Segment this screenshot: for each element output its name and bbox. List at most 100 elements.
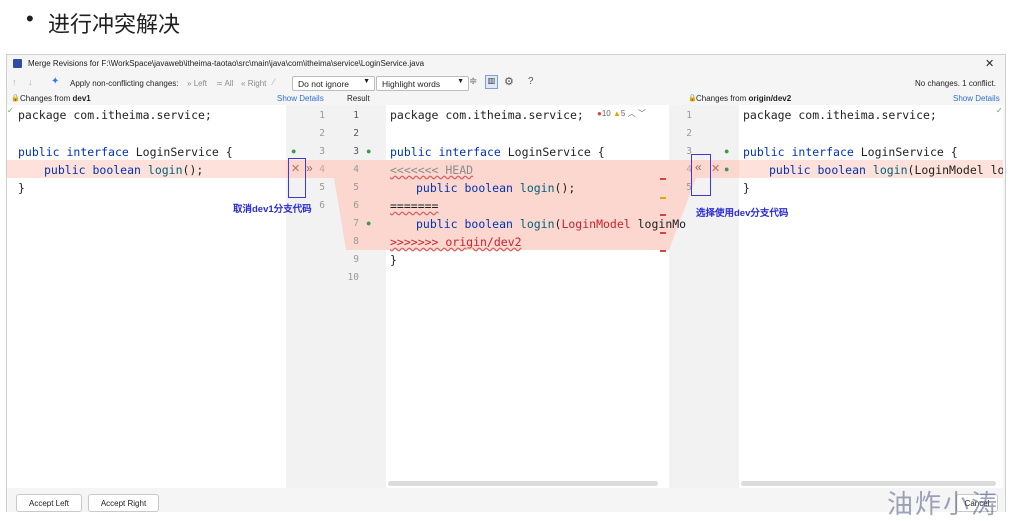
result-horizontal-scrollbar[interactable] <box>388 481 658 486</box>
result-pane-header: Result <box>347 94 370 103</box>
wand-icon[interactable]: ⁄ <box>273 77 275 87</box>
app-icon <box>13 59 22 68</box>
apply-left-label: Left <box>193 79 208 88</box>
class-name: LoginService { <box>507 145 605 159</box>
right-code-line-1: package com.itheima.service; <box>743 108 937 122</box>
warning-stripe-mark <box>660 197 666 199</box>
right-annotation: 选择使用dev分支代码 <box>696 208 789 219</box>
sync-scroll-icon[interactable]: ▥ <box>485 75 498 89</box>
implementation-marker-icon: ● <box>366 218 372 228</box>
slide-bullet: • <box>26 6 34 31</box>
result-line-number: 9 <box>353 254 359 265</box>
method-name: login <box>147 163 183 177</box>
apply-left-button[interactable]: » Left <box>187 79 207 88</box>
apply-all-button[interactable]: ≍ All <box>216 79 233 88</box>
highlight-dropdown[interactable]: Highlight words ▼ <box>376 76 469 91</box>
accept-left-button[interactable]: Accept Left <box>16 494 82 512</box>
left-pane-header: Changes from dev1 <box>20 94 91 103</box>
chevron-down-icon[interactable]: ﹀ <box>638 109 646 118</box>
left-annotation: 取消dev1分支代码 <box>233 204 312 215</box>
double-chevron-right-icon: » <box>187 79 192 88</box>
left-code-line-3: public interface LoginService { <box>18 145 233 159</box>
discard-x-icon[interactable]: ✕ <box>291 162 300 175</box>
keyword: boolean <box>817 163 866 177</box>
check-icon: ✓ <box>996 106 1003 115</box>
result-code-line-1: package com.itheima.service; <box>390 108 584 122</box>
left-show-details-link[interactable]: Show Details <box>277 94 324 103</box>
left-line-number: 3 <box>319 146 325 157</box>
keyword: interface <box>791 145 854 159</box>
result-code-line-3: public interface LoginService { <box>390 145 605 159</box>
inspection-widget[interactable]: ●10 ▲5 ︿ ﹀ <box>597 108 646 119</box>
result-line-number: 1 <box>353 110 359 121</box>
warning-icon: ▲ <box>612 109 621 118</box>
apply-right-label: Right <box>247 79 267 88</box>
split-arrows-icon: ≍ <box>216 79 223 88</box>
toolbar: ↑ ↓ ✦ Apply non-conflicting changes: » L… <box>7 73 1003 93</box>
right-line-number: 2 <box>686 128 692 139</box>
lock-icon: 🔒 <box>11 95 20 102</box>
right-show-details-link[interactable]: Show Details <box>953 94 1000 103</box>
left-code-line-1: package com.itheima.service; <box>18 108 212 122</box>
keyword: boolean <box>464 217 513 231</box>
keyword: boolean <box>464 181 513 195</box>
close-icon[interactable]: ✕ <box>985 57 994 70</box>
right-header-branch: origin/dev2 <box>748 94 792 103</box>
result-line-number: 10 <box>347 272 359 283</box>
settings-gear-icon[interactable]: ⚙ <box>504 75 514 88</box>
arrow-up-icon[interactable]: ↑ <box>12 77 17 87</box>
collapse-unchanged-icon[interactable]: ≑ <box>469 76 477 87</box>
window-title: Merge Revisions for F:\WorkSpace\javaweb… <box>28 59 425 68</box>
keyword: interface <box>438 145 501 159</box>
magic-resolve-icon[interactable]: ✦ <box>51 76 59 87</box>
accept-left-arrow-icon[interactable]: » <box>306 161 313 175</box>
result-line-number: 7 <box>353 218 359 229</box>
class-name: LoginService { <box>135 145 233 159</box>
keyword: public <box>416 217 458 231</box>
result-code-line-7: public boolean login(LoginModel loginMo <box>416 217 686 231</box>
left-line-number: 2 <box>319 128 325 139</box>
error-stripe-mark <box>660 232 666 234</box>
ignore-whitespace-dropdown[interactable]: Do not ignore ▼ <box>292 76 375 91</box>
pane-headers: 🔒 Changes from dev1 Show Details Result … <box>7 93 1003 105</box>
left-code-line-4: public boolean login(); <box>44 163 203 177</box>
help-button[interactable]: ? <box>528 76 534 87</box>
result-line-number: 3 <box>353 146 359 157</box>
left-line-number: 1 <box>319 110 325 121</box>
method-args: (LoginModel login <box>907 163 1003 177</box>
method-args: (); <box>554 181 576 195</box>
result-separator-marker: ======= <box>390 199 439 213</box>
keyword: public <box>416 181 458 195</box>
method-name: login <box>519 217 555 231</box>
keyword: public <box>44 163 86 177</box>
right-line-number: 4 <box>686 164 692 175</box>
chevron-up-icon[interactable]: ︿ <box>628 109 636 118</box>
error-stripe-mark <box>660 178 666 180</box>
apply-right-button[interactable]: « Right <box>241 79 266 88</box>
accept-right-arrow-icon[interactable]: « <box>695 160 702 174</box>
discard-x-icon[interactable]: ✕ <box>711 162 720 175</box>
right-code-line-3: public interface LoginService { <box>743 145 958 159</box>
error-stripe-mark <box>660 250 666 252</box>
error-count: 10 <box>601 109 611 118</box>
arrow-down-icon[interactable]: ↓ <box>28 77 33 87</box>
apply-label: Apply non-conflicting changes: <box>70 79 179 88</box>
right-pane-header: Changes from origin/dev2 <box>696 94 791 103</box>
check-icon: ✓ <box>7 106 14 115</box>
keyword: public <box>769 163 811 177</box>
watermark: 油炸小涛 <box>887 489 1000 519</box>
right-code-line-5: } <box>743 181 750 195</box>
result-line-number: 8 <box>353 236 359 247</box>
method-name: login <box>519 181 555 195</box>
chevron-down-icon: ▼ <box>363 78 370 85</box>
accept-right-button[interactable]: Accept Right <box>88 494 159 512</box>
right-header-prefix: Changes from <box>696 94 747 103</box>
result-head-marker: <<<<<<< HEAD <box>390 163 474 177</box>
keyword: public <box>18 145 60 159</box>
left-header-branch: dev1 <box>72 94 91 103</box>
window-title-bar: Merge Revisions for F:\WorkSpace\javaweb… <box>7 55 1003 73</box>
result-code-line-5: public boolean login(); <box>416 181 575 195</box>
param-name: loginMo <box>630 217 687 231</box>
keyword: public <box>743 145 785 159</box>
warning-count: 5 <box>620 109 626 118</box>
